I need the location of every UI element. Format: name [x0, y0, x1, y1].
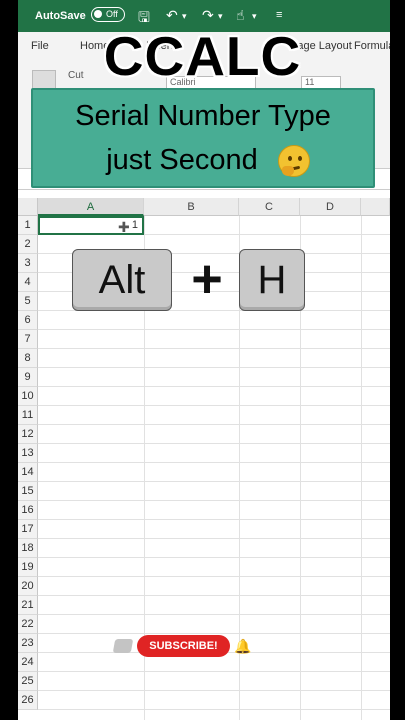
row-header[interactable]: 13: [18, 444, 38, 463]
row-header[interactable]: 24: [18, 653, 38, 672]
title-banner: Serial Number Type just Second: [31, 88, 375, 188]
row-header[interactable]: 22: [18, 615, 38, 634]
redo-icon[interactable]: ↷: [202, 7, 214, 24]
row-header[interactable]: 20: [18, 577, 38, 596]
row-header[interactable]: 5: [18, 292, 38, 311]
row-gridline: [38, 519, 390, 520]
row-header[interactable]: 18: [18, 539, 38, 558]
row-header[interactable]: 25: [18, 672, 38, 691]
emoji-hand: [282, 166, 294, 176]
autosave-label: AutoSave: [35, 10, 86, 22]
row-header[interactable]: 2: [18, 235, 38, 254]
row-header[interactable]: 3: [18, 254, 38, 273]
row-gridline: [38, 538, 390, 539]
row-gridline: [38, 329, 390, 330]
row-header[interactable]: 26: [18, 691, 38, 710]
row-gridline: [38, 690, 390, 691]
banner-line-2: just Second: [106, 144, 258, 176]
row-header[interactable]: 19: [18, 558, 38, 577]
row-header[interactable]: 8: [18, 349, 38, 368]
customize-toolbar-icon[interactable]: ≡: [276, 9, 282, 21]
emoji-eye: [298, 156, 302, 161]
column-gridline: [361, 216, 362, 720]
row-header[interactable]: 10: [18, 387, 38, 406]
row-gridline: [38, 576, 390, 577]
column-header-a[interactable]: A: [38, 198, 144, 216]
select-all-corner[interactable]: [18, 198, 38, 216]
row-header[interactable]: 6: [18, 311, 38, 330]
subscribe-overlay: SUBSCRIBE! 🔔: [110, 633, 260, 657]
row-gridline: [38, 462, 390, 463]
emoji-eye: [288, 156, 292, 161]
row-header[interactable]: 7: [18, 330, 38, 349]
row-gridline: [38, 671, 390, 672]
row-header[interactable]: 17: [18, 520, 38, 539]
row-header[interactable]: 1: [18, 216, 38, 235]
toggle-state: Off: [106, 9, 118, 19]
thinking-face-icon: [278, 145, 310, 177]
row-header[interactable]: 15: [18, 482, 38, 501]
toggle-knob: [94, 10, 102, 18]
key-alt: Alt: [72, 249, 172, 311]
row-header[interactable]: 21: [18, 596, 38, 615]
row-gridline: [38, 557, 390, 558]
row-gridline: [38, 386, 390, 387]
touch-dropdown-icon[interactable]: ▾: [252, 11, 257, 22]
row-header[interactable]: 12: [18, 425, 38, 444]
redo-dropdown-icon[interactable]: ▾: [218, 11, 223, 22]
cell-cursor-icon: ✚: [118, 219, 130, 235]
column-header-c[interactable]: C: [239, 198, 300, 216]
undo-icon[interactable]: ↶: [166, 7, 178, 24]
row-gridline: [38, 443, 390, 444]
row-gridline: [38, 614, 390, 615]
row-gridline: [38, 424, 390, 425]
row-header[interactable]: 11: [18, 406, 38, 425]
column-header-b[interactable]: B: [144, 198, 239, 216]
channel-watermark: CCALC: [103, 25, 302, 87]
touch-mode-icon[interactable]: ☝: [236, 7, 245, 24]
thumbs-up-icon: [112, 639, 134, 653]
banner-line-1: Serial Number Type: [75, 100, 331, 132]
bell-icon[interactable]: 🔔: [234, 638, 251, 655]
row-header[interactable]: 4: [18, 273, 38, 292]
subscribe-button[interactable]: SUBSCRIBE!: [137, 635, 230, 657]
row-gridline: [38, 481, 390, 482]
column-header-e[interactable]: [361, 198, 390, 216]
row-gridline: [38, 348, 390, 349]
row-gridline: [38, 500, 390, 501]
autosave-toggle[interactable]: Off: [91, 7, 125, 22]
key-h: H: [239, 249, 305, 311]
row-gridline: [38, 709, 390, 710]
row-header[interactable]: 16: [18, 501, 38, 520]
column-header-d[interactable]: D: [300, 198, 361, 216]
row-header[interactable]: 23: [18, 634, 38, 653]
row-gridline: [38, 367, 390, 368]
undo-dropdown-icon[interactable]: ▾: [182, 11, 187, 22]
row-gridline: [38, 405, 390, 406]
row-header[interactable]: 9: [18, 368, 38, 387]
plus-sign: +: [191, 249, 223, 309]
row-header[interactable]: 14: [18, 463, 38, 482]
row-gridline: [38, 595, 390, 596]
